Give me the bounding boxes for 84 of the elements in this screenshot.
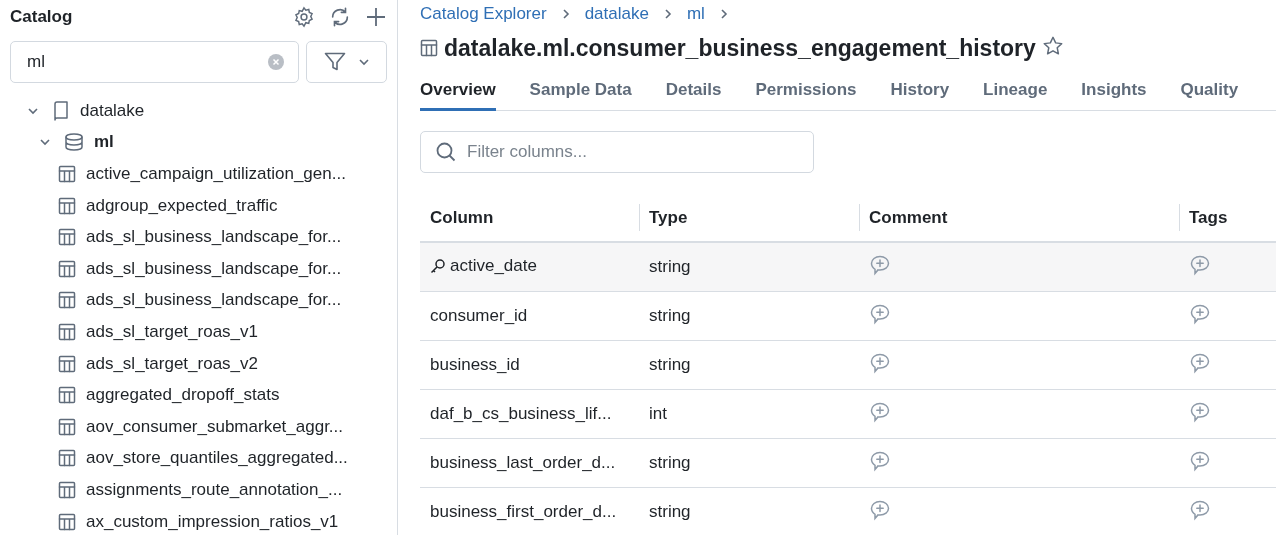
filter-field[interactable]: Filter columns... [420,131,814,173]
add-comment-icon[interactable] [869,498,891,521]
breadcrumb-link[interactable]: ml [686,4,705,24]
column-header: Tags [1189,207,1228,227]
column-type: string [649,257,691,276]
panel-title: Catalog [10,7,74,27]
tree-item[interactable]: ads_sl_business_landscape_for... [10,284,387,317]
tree-item[interactable]: adgroup_expected_traffic [10,189,387,222]
breadcrumb-link[interactable]: Catalog Explorer [420,4,547,24]
column-type: string [649,306,691,325]
tree-item[interactable]: aggregated_dropoff_stats [10,379,387,411]
add-comment-icon[interactable] [1189,253,1211,276]
add-comment-icon[interactable] [869,351,891,374]
table-icon [58,228,76,247]
tree-item[interactable]: datalake [10,95,387,127]
tab[interactable]: Sample Data [529,72,632,111]
tab[interactable]: Quality [1180,72,1239,111]
column-header: Comment [869,207,948,227]
table-icon [58,386,76,405]
table-icon [58,417,76,436]
table-icon [420,39,438,57]
tree-item[interactable]: ads_sl_business_landscape_for... [10,221,387,253]
add-comment-icon[interactable] [1189,498,1211,521]
add-comment-icon[interactable] [1189,449,1211,472]
page-title: datalake.ml.consumer_business_engagement_history [444,34,1036,62]
table-icon [58,196,76,215]
column-name: daf_b_cs_business_lif... [430,404,612,424]
column-header: Column [430,207,494,227]
database-icon [64,133,84,152]
tab[interactable]: Details [665,72,722,111]
column-name: business_id [430,355,520,375]
tree-item[interactable]: ml [10,126,387,159]
column-type: string [649,502,691,521]
refresh-icon[interactable] [329,6,351,28]
column-type: int [649,404,667,423]
table-icon [58,354,76,373]
search-icon [436,142,456,162]
tree-item[interactable]: ads_sl_business_landscape_for... [10,252,387,285]
tab[interactable]: Lineage [983,72,1048,111]
filter-icon [323,52,346,72]
book-icon [52,100,70,121]
table-icon [58,322,76,341]
plus-icon[interactable] [365,6,387,28]
table-icon [58,480,76,499]
filter-button[interactable] [306,41,387,83]
table-icon [58,259,76,278]
column-header: Type [649,207,688,227]
add-comment-icon[interactable] [869,253,891,276]
tab[interactable]: Insights [1081,72,1147,111]
table-icon [58,291,76,310]
column-name: business_last_order_d... [430,453,616,473]
column-type: string [649,355,691,374]
chevron-right-icon [560,8,571,20]
table-icon [58,512,76,531]
tree-item[interactable]: aov_consumer_submarket_aggr... [10,410,387,443]
settings-icon[interactable] [293,6,315,28]
chevron-down-icon[interactable] [357,56,370,68]
search-field[interactable]: ml [10,41,299,83]
chevron-right-icon [662,8,673,20]
tree-item[interactable]: ads_sl_target_roas_v2 [10,347,387,380]
tab[interactable]: Overview [420,72,496,111]
table-icon [58,449,76,468]
tab[interactable]: Permissions [755,72,857,111]
tree-item[interactable]: ax_custom_impression_ratios_v1 [10,505,387,535]
clear-icon[interactable] [268,54,284,70]
table-icon [58,165,76,183]
star-icon[interactable] [1041,35,1064,57]
column-name: active_date [450,255,537,276]
tree-item[interactable]: aov_store_quantiles_aggregated... [10,442,387,475]
column-type: string [649,453,691,472]
add-comment-icon[interactable] [1189,351,1211,374]
chevron-right-icon [718,8,729,20]
add-comment-icon[interactable] [869,449,891,472]
column-name: business_first_order_d... [430,502,617,522]
column-name: consumer_id [430,306,528,326]
add-comment-icon[interactable] [869,302,891,325]
tree-item[interactable]: active_campaign_utilization_gen... [10,158,387,190]
tab[interactable]: History [890,72,950,111]
tree-item[interactable]: ads_sl_target_roas_v1 [10,316,387,348]
add-comment-icon[interactable] [1189,302,1211,325]
add-comment-icon[interactable] [1189,400,1211,423]
breadcrumb-link[interactable]: datalake [584,4,649,24]
tree-item[interactable]: assignments_route_annotation_... [10,474,387,506]
add-comment-icon[interactable] [869,400,891,423]
